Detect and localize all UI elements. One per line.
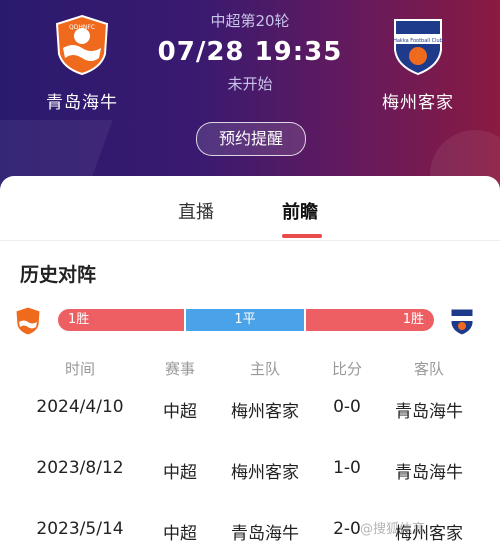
table-row[interactable]: 2024/4/10 中超 梅州客家 0-0 青岛海牛 [0,397,500,422]
tab-live[interactable]: 直播 [178,198,214,224]
tab-bar: 直播 前瞻 [0,176,500,241]
tab-preview[interactable]: 前瞻 [282,198,318,224]
col-date: 时间 [64,360,95,378]
home-wins-segment: 1胜 [58,309,184,331]
table-row[interactable]: 2023/8/12 中超 梅州客家 1-0 青岛海牛 [0,458,500,483]
section-title: 历史对阵 [20,264,97,286]
league-round: 中超第20轮 [210,12,290,30]
home-team[interactable]: QDHNFC 青岛海牛 [22,14,142,113]
away-mini-logo [450,308,474,336]
row-home: 梅州客家 [231,463,299,483]
row-competition: 中超 [163,463,197,483]
record-bar: 1胜 1平 1胜 [0,306,500,336]
row-date: 2023/5/14 [36,519,124,539]
away-team-logo: Hakka Football Club [393,19,443,76]
row-competition: 中超 [163,402,197,422]
away-wins-segment: 1胜 [306,309,434,331]
away-team-name: 梅州客家 [382,93,454,113]
row-competition: 中超 [163,524,197,544]
col-competition: 赛事 [164,360,195,378]
home-team-logo: QDHNFC [55,14,109,76]
away-team[interactable]: Hakka Football Club 梅州客家 [358,14,478,113]
row-score: 0-0 [333,397,361,417]
match-status: 未开始 [227,75,273,93]
away-badge-text: Hakka Football Club [393,38,443,44]
row-home: 青岛海牛 [231,524,299,544]
remind-button[interactable]: 预约提醒 [196,122,306,156]
draws-segment: 1平 [186,309,304,331]
home-mini-logo [15,306,41,336]
match-info: 中超第20轮 07/28 19:35 未开始 [150,10,350,94]
col-score: 比分 [331,360,362,378]
row-away: 青岛海牛 [395,402,463,422]
row-date: 2023/8/12 [36,458,124,478]
row-home: 梅州客家 [231,402,299,422]
content-sheet: 直播 前瞻 历史对阵 1胜 1平 1胜 时间 赛事 主队 比分 客队 2024/… [0,176,500,544]
active-tab-indicator [282,234,322,238]
match-time: 07/28 19:35 [157,37,343,67]
col-home: 主队 [249,360,280,378]
home-badge-text: QDHNFC [69,24,95,31]
row-score: 1-0 [333,458,361,478]
home-team-name: 青岛海牛 [46,93,118,113]
match-header: QDHNFC 青岛海牛 中超第20轮 07/28 19:35 未开始 Hakka… [0,0,500,190]
row-away: 青岛海牛 [395,463,463,483]
watermark: @搜狐体育 [360,522,426,537]
row-date: 2024/4/10 [36,397,124,417]
col-away: 客队 [413,360,444,378]
